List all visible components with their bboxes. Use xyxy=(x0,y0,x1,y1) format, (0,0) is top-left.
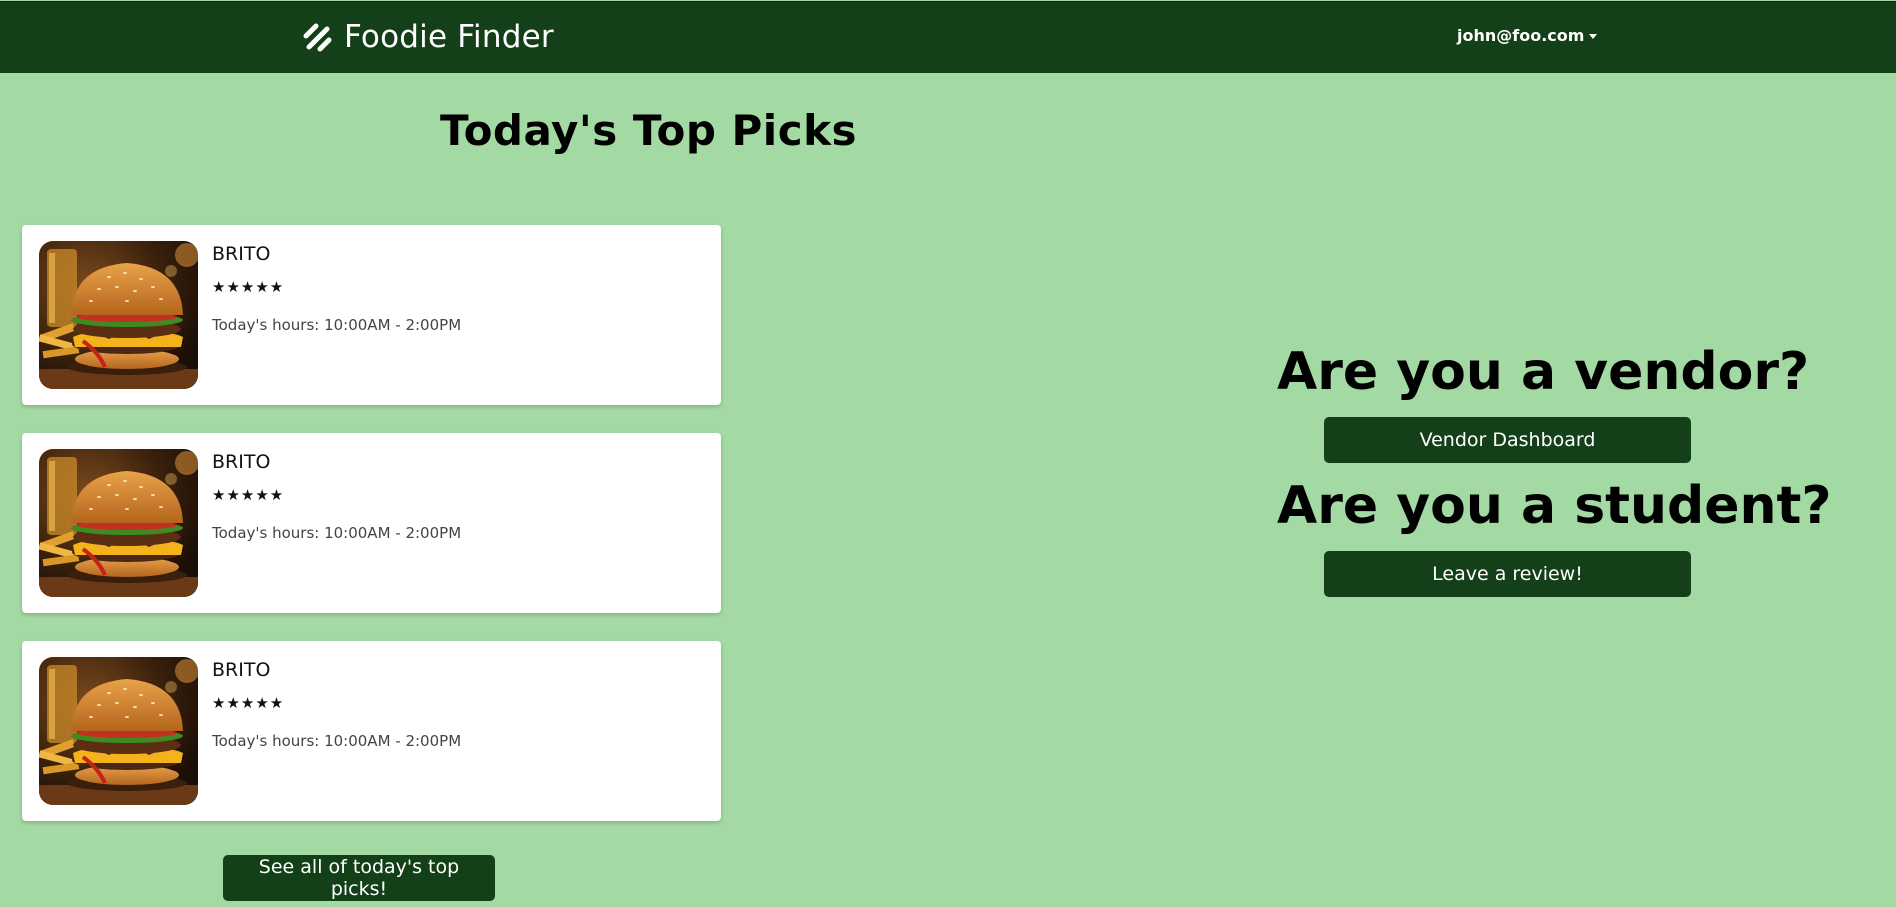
top-pick-card[interactable]: BRITO ★★★★★ Today's hours: 10:00AM - 2:0… xyxy=(22,433,721,613)
vendor-name: BRITO xyxy=(212,451,271,473)
vendor-hours: Today's hours: 10:00AM - 2:00PM xyxy=(212,316,462,334)
star-rating: ★★★★★ xyxy=(212,694,285,712)
vendor-hours: Today's hours: 10:00AM - 2:00PM xyxy=(212,524,462,542)
brand-name: Foodie Finder xyxy=(344,19,554,55)
user-menu-dropdown[interactable]: john@foo.com xyxy=(1457,26,1598,45)
user-email: john@foo.com xyxy=(1457,26,1585,45)
see-all-top-picks-button[interactable]: See all of today's top picks! xyxy=(223,855,495,901)
vendor-dashboard-button[interactable]: Vendor Dashboard xyxy=(1324,417,1691,463)
vendor-name: BRITO xyxy=(212,659,271,681)
star-rating: ★★★★★ xyxy=(212,278,285,296)
vendor-heading: Are you a vendor? xyxy=(1277,342,1810,402)
brand-link[interactable]: Foodie Finder xyxy=(300,16,554,58)
hotdog-logo-icon xyxy=(303,23,332,52)
top-navbar: Foodie Finder john@foo.com xyxy=(0,1,1896,73)
vendor-hours: Today's hours: 10:00AM - 2:00PM xyxy=(212,732,462,750)
student-heading: Are you a student? xyxy=(1277,476,1832,536)
top-pick-card[interactable]: BRITO ★★★★★ Today's hours: 10:00AM - 2:0… xyxy=(22,641,721,821)
burger-photo xyxy=(39,449,198,597)
vendor-name: BRITO xyxy=(212,243,271,265)
top-pick-card[interactable]: BRITO ★★★★★ Today's hours: 10:00AM - 2:0… xyxy=(22,225,721,405)
burger-photo xyxy=(39,241,198,389)
burger-photo xyxy=(39,657,198,805)
caret-down-icon xyxy=(1589,34,1598,39)
leave-review-button[interactable]: Leave a review! xyxy=(1324,551,1691,597)
star-rating: ★★★★★ xyxy=(212,486,285,504)
page-title: Today's Top Picks xyxy=(440,106,858,155)
